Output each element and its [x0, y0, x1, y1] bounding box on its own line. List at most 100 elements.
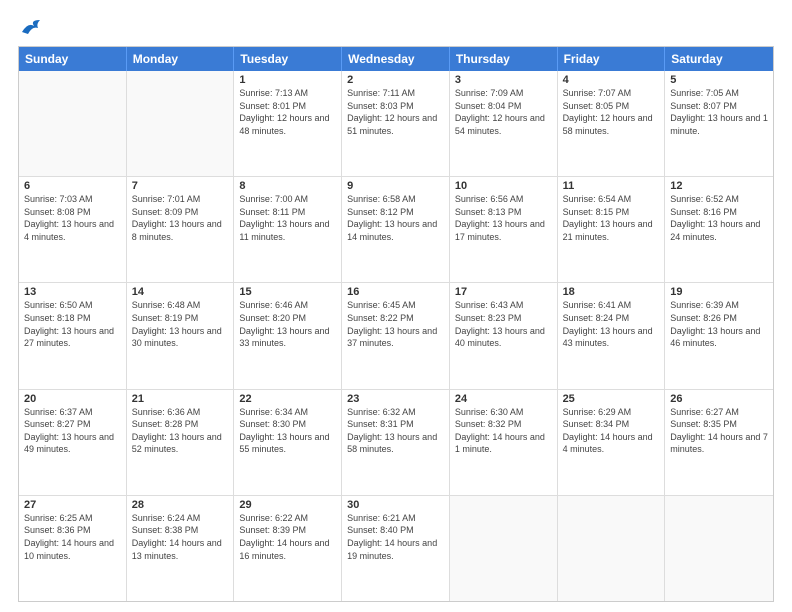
- day-number: 19: [670, 286, 768, 298]
- day-info: Sunrise: 6:52 AM Sunset: 8:16 PM Dayligh…: [670, 193, 768, 243]
- calendar-cell: 10Sunrise: 6:56 AM Sunset: 8:13 PM Dayli…: [450, 177, 558, 282]
- day-info: Sunrise: 7:05 AM Sunset: 8:07 PM Dayligh…: [670, 87, 768, 137]
- day-number: 11: [563, 180, 660, 192]
- day-info: Sunrise: 7:00 AM Sunset: 8:11 PM Dayligh…: [239, 193, 336, 243]
- day-info: Sunrise: 7:07 AM Sunset: 8:05 PM Dayligh…: [563, 87, 660, 137]
- day-number: 6: [24, 180, 121, 192]
- calendar-cell: [450, 496, 558, 601]
- header-day-thursday: Thursday: [450, 47, 558, 71]
- day-info: Sunrise: 6:50 AM Sunset: 8:18 PM Dayligh…: [24, 299, 121, 349]
- calendar-cell: 18Sunrise: 6:41 AM Sunset: 8:24 PM Dayli…: [558, 283, 666, 388]
- day-number: 26: [670, 393, 768, 405]
- header: [18, 18, 774, 36]
- header-day-friday: Friday: [558, 47, 666, 71]
- day-number: 5: [670, 74, 768, 86]
- day-info: Sunrise: 6:43 AM Sunset: 8:23 PM Dayligh…: [455, 299, 552, 349]
- calendar-cell: 20Sunrise: 6:37 AM Sunset: 8:27 PM Dayli…: [19, 390, 127, 495]
- day-number: 24: [455, 393, 552, 405]
- day-number: 29: [239, 499, 336, 511]
- day-number: 7: [132, 180, 229, 192]
- day-info: Sunrise: 6:37 AM Sunset: 8:27 PM Dayligh…: [24, 406, 121, 456]
- day-info: Sunrise: 6:39 AM Sunset: 8:26 PM Dayligh…: [670, 299, 768, 349]
- day-info: Sunrise: 6:56 AM Sunset: 8:13 PM Dayligh…: [455, 193, 552, 243]
- calendar-body: 1Sunrise: 7:13 AM Sunset: 8:01 PM Daylig…: [19, 71, 773, 601]
- calendar-cell: 26Sunrise: 6:27 AM Sunset: 8:35 PM Dayli…: [665, 390, 773, 495]
- calendar-cell: 25Sunrise: 6:29 AM Sunset: 8:34 PM Dayli…: [558, 390, 666, 495]
- calendar-cell: 27Sunrise: 6:25 AM Sunset: 8:36 PM Dayli…: [19, 496, 127, 601]
- calendar-cell: 16Sunrise: 6:45 AM Sunset: 8:22 PM Dayli…: [342, 283, 450, 388]
- calendar-row-4: 27Sunrise: 6:25 AM Sunset: 8:36 PM Dayli…: [19, 496, 773, 601]
- day-number: 21: [132, 393, 229, 405]
- day-number: 13: [24, 286, 121, 298]
- day-number: 27: [24, 499, 121, 511]
- day-info: Sunrise: 7:11 AM Sunset: 8:03 PM Dayligh…: [347, 87, 444, 137]
- day-number: 3: [455, 74, 552, 86]
- header-day-saturday: Saturday: [665, 47, 773, 71]
- day-number: 15: [239, 286, 336, 298]
- calendar-cell: 2Sunrise: 7:11 AM Sunset: 8:03 PM Daylig…: [342, 71, 450, 176]
- day-info: Sunrise: 7:09 AM Sunset: 8:04 PM Dayligh…: [455, 87, 552, 137]
- calendar-cell: 24Sunrise: 6:30 AM Sunset: 8:32 PM Dayli…: [450, 390, 558, 495]
- calendar-cell: 4Sunrise: 7:07 AM Sunset: 8:05 PM Daylig…: [558, 71, 666, 176]
- calendar-cell: 12Sunrise: 6:52 AM Sunset: 8:16 PM Dayli…: [665, 177, 773, 282]
- calendar-cell: 8Sunrise: 7:00 AM Sunset: 8:11 PM Daylig…: [234, 177, 342, 282]
- header-day-sunday: Sunday: [19, 47, 127, 71]
- day-info: Sunrise: 7:13 AM Sunset: 8:01 PM Dayligh…: [239, 87, 336, 137]
- day-info: Sunrise: 6:25 AM Sunset: 8:36 PM Dayligh…: [24, 512, 121, 562]
- calendar-cell: 11Sunrise: 6:54 AM Sunset: 8:15 PM Dayli…: [558, 177, 666, 282]
- day-number: 30: [347, 499, 444, 511]
- calendar-cell: [19, 71, 127, 176]
- calendar-cell: 15Sunrise: 6:46 AM Sunset: 8:20 PM Dayli…: [234, 283, 342, 388]
- day-number: 1: [239, 74, 336, 86]
- day-info: Sunrise: 6:45 AM Sunset: 8:22 PM Dayligh…: [347, 299, 444, 349]
- day-info: Sunrise: 6:30 AM Sunset: 8:32 PM Dayligh…: [455, 406, 552, 456]
- day-number: 12: [670, 180, 768, 192]
- calendar-cell: 14Sunrise: 6:48 AM Sunset: 8:19 PM Dayli…: [127, 283, 235, 388]
- day-number: 17: [455, 286, 552, 298]
- calendar: SundayMondayTuesdayWednesdayThursdayFrid…: [18, 46, 774, 602]
- calendar-cell: 29Sunrise: 6:22 AM Sunset: 8:39 PM Dayli…: [234, 496, 342, 601]
- day-number: 23: [347, 393, 444, 405]
- day-number: 22: [239, 393, 336, 405]
- calendar-cell: 28Sunrise: 6:24 AM Sunset: 8:38 PM Dayli…: [127, 496, 235, 601]
- calendar-row-2: 13Sunrise: 6:50 AM Sunset: 8:18 PM Dayli…: [19, 283, 773, 389]
- day-info: Sunrise: 6:29 AM Sunset: 8:34 PM Dayligh…: [563, 406, 660, 456]
- day-number: 9: [347, 180, 444, 192]
- calendar-cell: 30Sunrise: 6:21 AM Sunset: 8:40 PM Dayli…: [342, 496, 450, 601]
- day-info: Sunrise: 6:54 AM Sunset: 8:15 PM Dayligh…: [563, 193, 660, 243]
- calendar-cell: 5Sunrise: 7:05 AM Sunset: 8:07 PM Daylig…: [665, 71, 773, 176]
- day-number: 14: [132, 286, 229, 298]
- day-info: Sunrise: 7:01 AM Sunset: 8:09 PM Dayligh…: [132, 193, 229, 243]
- page: SundayMondayTuesdayWednesdayThursdayFrid…: [0, 0, 792, 612]
- day-number: 18: [563, 286, 660, 298]
- calendar-cell: 22Sunrise: 6:34 AM Sunset: 8:30 PM Dayli…: [234, 390, 342, 495]
- calendar-cell: 17Sunrise: 6:43 AM Sunset: 8:23 PM Dayli…: [450, 283, 558, 388]
- calendar-cell: 1Sunrise: 7:13 AM Sunset: 8:01 PM Daylig…: [234, 71, 342, 176]
- day-number: 20: [24, 393, 121, 405]
- day-info: Sunrise: 6:24 AM Sunset: 8:38 PM Dayligh…: [132, 512, 229, 562]
- day-number: 28: [132, 499, 229, 511]
- day-info: Sunrise: 6:21 AM Sunset: 8:40 PM Dayligh…: [347, 512, 444, 562]
- calendar-cell: [127, 71, 235, 176]
- calendar-row-0: 1Sunrise: 7:13 AM Sunset: 8:01 PM Daylig…: [19, 71, 773, 177]
- day-number: 10: [455, 180, 552, 192]
- day-info: Sunrise: 6:27 AM Sunset: 8:35 PM Dayligh…: [670, 406, 768, 456]
- calendar-cell: 13Sunrise: 6:50 AM Sunset: 8:18 PM Dayli…: [19, 283, 127, 388]
- day-info: Sunrise: 6:41 AM Sunset: 8:24 PM Dayligh…: [563, 299, 660, 349]
- calendar-cell: 19Sunrise: 6:39 AM Sunset: 8:26 PM Dayli…: [665, 283, 773, 388]
- logo: [18, 18, 42, 36]
- calendar-cell: [665, 496, 773, 601]
- day-info: Sunrise: 6:22 AM Sunset: 8:39 PM Dayligh…: [239, 512, 336, 562]
- logo-bird-icon: [20, 18, 42, 36]
- day-number: 2: [347, 74, 444, 86]
- header-day-monday: Monday: [127, 47, 235, 71]
- calendar-header: SundayMondayTuesdayWednesdayThursdayFrid…: [19, 47, 773, 71]
- calendar-row-3: 20Sunrise: 6:37 AM Sunset: 8:27 PM Dayli…: [19, 390, 773, 496]
- calendar-cell: 23Sunrise: 6:32 AM Sunset: 8:31 PM Dayli…: [342, 390, 450, 495]
- calendar-cell: 6Sunrise: 7:03 AM Sunset: 8:08 PM Daylig…: [19, 177, 127, 282]
- day-info: Sunrise: 6:58 AM Sunset: 8:12 PM Dayligh…: [347, 193, 444, 243]
- day-info: Sunrise: 6:48 AM Sunset: 8:19 PM Dayligh…: [132, 299, 229, 349]
- day-info: Sunrise: 6:34 AM Sunset: 8:30 PM Dayligh…: [239, 406, 336, 456]
- calendar-row-1: 6Sunrise: 7:03 AM Sunset: 8:08 PM Daylig…: [19, 177, 773, 283]
- calendar-cell: [558, 496, 666, 601]
